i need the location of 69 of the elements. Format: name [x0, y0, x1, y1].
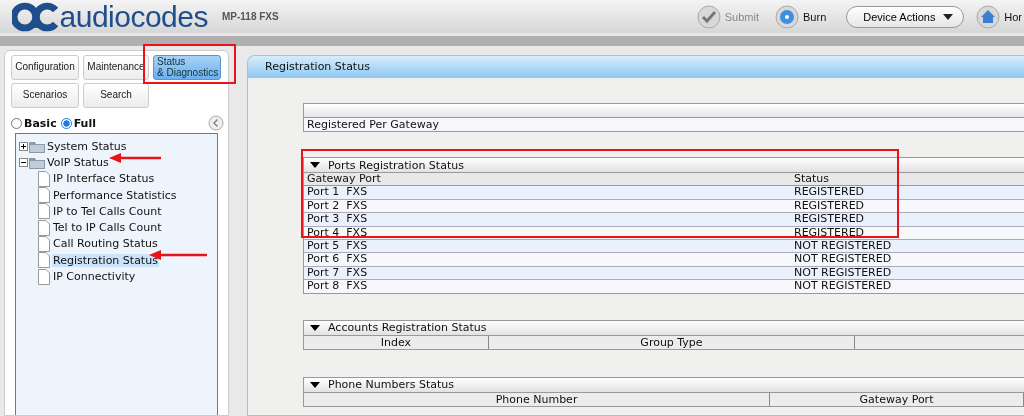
- view-mode-radio[interactable]: Basic: [11, 116, 57, 130]
- nav-tab[interactable]: Scenarios: [11, 83, 79, 108]
- document-icon: [38, 170, 50, 187]
- triangle-icon: [310, 324, 320, 331]
- table-cell-text: NOT REGISTERED: [793, 239, 893, 253]
- logo-text: audiocodes: [59, 1, 208, 32]
- table-cell-text: NOT REGISTERED: [793, 266, 893, 280]
- column-header: Gateway Port: [770, 392, 1024, 406]
- table-cell-text: NOT REGISTERED: [793, 280, 893, 293]
- panel-title: Registration Status: [248, 56, 1024, 78]
- table-cell: Registered Per Gateway: [304, 118, 1024, 131]
- table-cell-text: Port 3 FXS: [306, 213, 369, 226]
- tree-item[interactable]: Performance Statistics: [52, 188, 178, 202]
- collapse-icon[interactable]: [208, 115, 224, 131]
- section-header[interactable]: Phone Numbers Status: [304, 377, 1024, 393]
- table-cell-text: Port 2 FXS: [306, 199, 369, 213]
- tree-item[interactable]: IP Connectivity: [52, 270, 137, 283]
- home-button[interactable]: Hor: [976, 4, 1022, 29]
- tree-item[interactable]: Call Routing Status: [52, 237, 159, 251]
- table-cell-text: Port 7 FXS: [306, 266, 369, 280]
- nav-tab[interactable]: Search: [83, 83, 149, 108]
- document-icon: [38, 252, 50, 269]
- view-mode-radio[interactable]: Full: [60, 116, 96, 130]
- disc-icon: [775, 4, 799, 29]
- table-cell-text: Port 8 FXS: [306, 280, 369, 293]
- section-header[interactable]: Accounts Registration Status: [304, 320, 1024, 336]
- document-icon: [38, 268, 50, 285]
- collapse-toggle-icon[interactable]: [19, 157, 28, 167]
- document-icon: [38, 219, 50, 236]
- table-cell-text: REGISTERED: [793, 199, 866, 213]
- tree-item[interactable]: Registration Status: [52, 253, 159, 267]
- tree-item[interactable]: Tel to IP Calls Count: [52, 221, 163, 235]
- table-cell-text: Port 6 FXS: [306, 253, 369, 266]
- logo-icon: [12, 1, 58, 32]
- tree-item[interactable]: System Status: [46, 139, 128, 153]
- column-header: Index: [304, 335, 489, 349]
- tree-item[interactable]: VoIP Status: [46, 155, 110, 169]
- table-cell-text: REGISTERED: [793, 213, 866, 226]
- triangle-icon: [310, 162, 320, 168]
- document-icon: [38, 235, 50, 252]
- table-cell-text: Port 4 FXS: [306, 226, 369, 239]
- section-header[interactable]: Ports Registration Status: [304, 158, 1024, 173]
- tree-item[interactable]: IP Interface Status: [52, 172, 156, 186]
- table-cell-text: Port 1 FXS: [306, 186, 369, 199]
- nav-tab[interactable]: Status & Diagnostics: [153, 55, 221, 80]
- table-cell-text: REGISTERED: [793, 186, 866, 199]
- expand-toggle-icon[interactable]: [19, 141, 28, 151]
- device-model: MP-118 FXS: [222, 11, 279, 22]
- home-icon: [976, 4, 1001, 29]
- column-header: Phone Number: [304, 392, 771, 406]
- document-icon: [38, 203, 50, 220]
- folder-icon: [29, 155, 45, 169]
- table-cell-text: Port 5 FXS: [306, 239, 369, 253]
- document-icon: [38, 187, 50, 204]
- table-cell-text: NOT REGISTERED: [793, 253, 893, 266]
- checkmark-icon: [696, 4, 721, 29]
- column-header: Status: [793, 173, 831, 186]
- caret-icon: [943, 13, 954, 20]
- folder-icon: [29, 139, 45, 153]
- column-header: Gateway Port: [306, 173, 382, 186]
- tree-item[interactable]: IP to Tel Calls Count: [52, 204, 163, 218]
- table-cell-text: REGISTERED: [793, 226, 866, 239]
- column-header: Group Type: [489, 335, 855, 349]
- device-actions-dropdown[interactable]: Device Actions: [846, 5, 965, 28]
- burn-button[interactable]: Burn: [775, 4, 827, 29]
- nav-tab[interactable]: Configuration: [11, 55, 79, 80]
- annotation-arrow: [109, 153, 161, 163]
- nav-tab[interactable]: Maintenance: [83, 55, 149, 80]
- triangle-icon: [310, 381, 320, 388]
